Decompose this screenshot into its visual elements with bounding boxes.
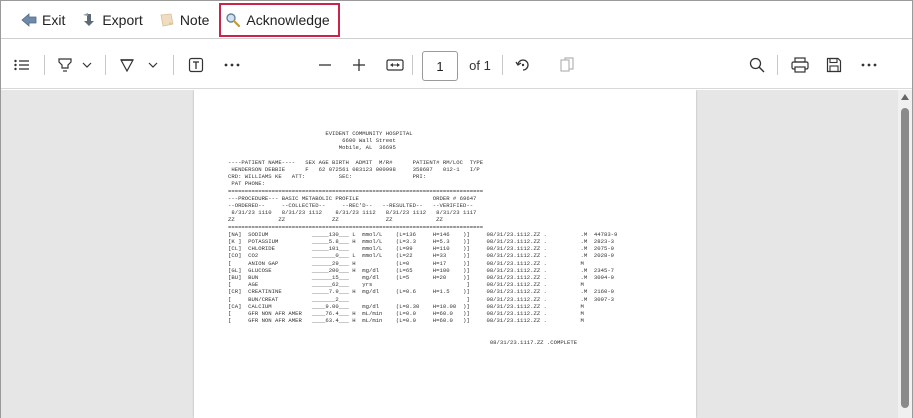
report-line: [NA] SODIUM _____130___ L mmol/L (L=136 … [228, 230, 618, 238]
rotate-icon[interactable] [513, 53, 533, 77]
report-line: [K ] POTASSIUM _____5.8___ H mmol/L (L=3… [228, 238, 615, 246]
report-line: ========================================… [228, 223, 484, 231]
acknowledge-button[interactable]: Acknowledge [219, 2, 340, 37]
report-line: ---PROCEDURE--- BASIC METABOLIC PROFILE … [228, 194, 477, 202]
report-line: [ GFR NON AFR AMER ____63.4___ H mL/min … [228, 317, 584, 325]
report-line: [CO] CO2 _______0___ L mmol/L (L=22 H=33… [228, 252, 615, 260]
report-line: [CL] CHLORIDE _____101___ mmol/L (L=99 H… [228, 245, 615, 253]
report-line: CRD: WILLIAMS KE ATT: SEC: PRI: [228, 173, 427, 181]
exit-label: Exit [42, 11, 66, 28]
toolbar-divider [105, 55, 106, 75]
page-view-icon[interactable] [557, 53, 577, 77]
report-line: 8/31/23 1110 8/31/23 1112 8/31/23 1112 8… [228, 209, 477, 217]
report-line: [ GFR NON AFR AMER ____76.4___ H mL/min … [228, 310, 584, 318]
export-button[interactable]: Export [81, 5, 143, 35]
magnifier-icon [225, 12, 241, 28]
contents-list-icon[interactable] [13, 53, 31, 77]
report-line [228, 332, 617, 339]
toolbar-divider [173, 55, 174, 75]
report-line: [GL] GLUCOSE _____200___ H mg/dl (L=65 H… [228, 266, 615, 274]
zoom-in-icon[interactable] [350, 53, 368, 77]
toolbar-divider [44, 55, 45, 75]
report-line: [BU] BUN ______15___ mg/dl (L=5 H=20 )] … [228, 274, 615, 282]
report-line: HENDERSON DEBBIE F 62 072561 083123 0009… [228, 166, 480, 174]
scroll-up-arrow-icon[interactable] [901, 94, 909, 100]
report-line: 08/31/23.1117.ZZ .COMPLETE [228, 338, 578, 346]
exit-button[interactable]: Exit [21, 5, 65, 35]
report-line: [CR] CREATININE _____7.9___ H mg/dl (L=0… [228, 288, 615, 296]
export-label: Export [102, 11, 143, 28]
report-line: [ BUN/CREAT _______2___ ] 08/31/23.1112.… [228, 295, 615, 303]
note-label: Note [179, 11, 210, 28]
page-number-input[interactable]: 1 [422, 51, 458, 81]
pdf-toolbar: 1 of 1 [1, 41, 912, 89]
acknowledge-label: Acknowledge [246, 11, 330, 28]
vertical-scrollbar[interactable] [898, 90, 912, 418]
report-line: [CA] CALCIUM ____9.00___ mg/dl (L=8.30 H… [228, 302, 584, 310]
report-line: ZZ ZZ ZZ ZZ ZZ [228, 216, 443, 224]
report-line: 6600 Wall Street [228, 137, 396, 145]
page-count-label: of 1 [469, 57, 491, 73]
lab-report-text: EVIDENT COMMUNITY HOSPITAL 6600 Wall Str… [228, 130, 617, 346]
search-icon[interactable] [747, 53, 767, 77]
document-viewer[interactable]: EVIDENT COMMUNITY HOSPITAL 6600 Wall Str… [1, 90, 912, 418]
report-line: ========================================… [228, 187, 484, 195]
print-icon[interactable] [790, 53, 810, 77]
report-line: [ ANION GAP ______29___ H (L=0 H=17 )] 0… [228, 259, 584, 267]
top-toolbar: Exit Export Note Acknowledge [1, 1, 912, 39]
fit-width-icon[interactable] [385, 53, 405, 77]
save-icon[interactable] [824, 53, 844, 77]
report-line: Mobile, AL 36695 [228, 144, 396, 152]
draw-icon[interactable] [118, 53, 136, 77]
text-box-icon[interactable] [186, 53, 206, 77]
zoom-out-icon[interactable] [316, 53, 334, 77]
report-line: --ORDERED-- --COLLECTED-- --REC'D-- --RE… [228, 202, 474, 210]
note-icon [159, 12, 175, 28]
toolbar-divider [412, 55, 413, 75]
report-line: EVIDENT COMMUNITY HOSPITAL [228, 130, 413, 137]
report-line: ----PATIENT NAME---- SEX AGE BIRTH ADMIT… [228, 158, 484, 166]
report-line [228, 324, 617, 331]
export-icon [81, 12, 97, 28]
chevron-down-icon[interactable] [81, 53, 93, 77]
toolbar-divider [502, 55, 503, 75]
report-line [228, 152, 617, 159]
highlight-icon[interactable] [56, 53, 74, 77]
exit-arrow-icon [21, 12, 37, 28]
more-options-icon[interactable] [859, 53, 879, 77]
more-options-icon[interactable] [222, 53, 242, 77]
chevron-down-icon[interactable] [147, 53, 159, 77]
report-line: [ AGE ______62___ yrs ] 08/31/23.1112.ZZ… [228, 281, 584, 289]
scrollbar-thumb[interactable] [901, 108, 909, 408]
pdf-page: EVIDENT COMMUNITY HOSPITAL 6600 Wall Str… [194, 90, 696, 418]
toolbar-divider [777, 55, 778, 75]
note-button[interactable]: Note [159, 5, 210, 35]
report-line: PAT PHONE: [228, 180, 265, 188]
